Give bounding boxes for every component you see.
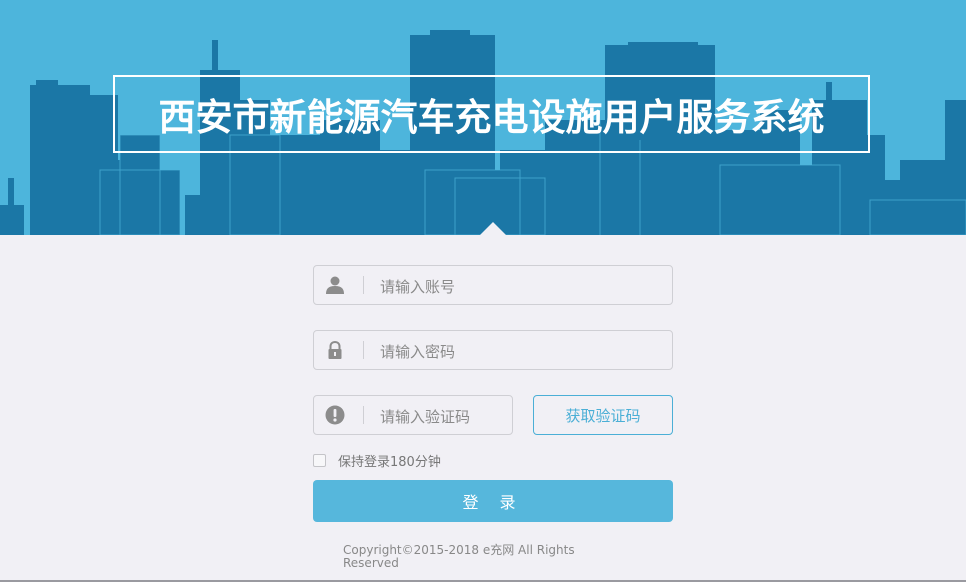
password-input[interactable]: 请输入密码: [380, 341, 455, 362]
field-separator: [363, 406, 364, 424]
system-title-frame: 西安市新能源汽车充电设施用户服务系统: [113, 75, 870, 153]
exclamation-icon: [325, 405, 345, 425]
remember-checkbox[interactable]: [313, 453, 326, 467]
account-input[interactable]: 请输入账号: [380, 276, 455, 297]
copyright-text: Copyright©2015-2018 e充网 All Rights Reser…: [343, 543, 575, 570]
password-field[interactable]: 请输入密码: [313, 330, 673, 370]
banner-notch: [480, 222, 506, 235]
user-icon: [325, 275, 345, 295]
remember-login[interactable]: 保持登录180分钟: [313, 452, 441, 470]
field-separator: [363, 276, 364, 294]
header-banner: 西安市新能源汽车充电设施用户服务系统: [0, 0, 966, 235]
page-title: 西安市新能源汽车充电设施用户服务系统: [158, 96, 825, 139]
get-code-button[interactable]: 获取验证码: [533, 395, 673, 435]
account-field[interactable]: 请输入账号: [313, 265, 673, 305]
lock-icon: [325, 340, 345, 360]
remember-label: 保持登录180分钟: [338, 454, 441, 470]
login-button[interactable]: 登 录: [313, 480, 673, 522]
verification-code-field[interactable]: 请输入验证码: [313, 395, 513, 435]
field-separator: [363, 341, 364, 359]
verification-code-input[interactable]: 请输入验证码: [380, 406, 470, 427]
